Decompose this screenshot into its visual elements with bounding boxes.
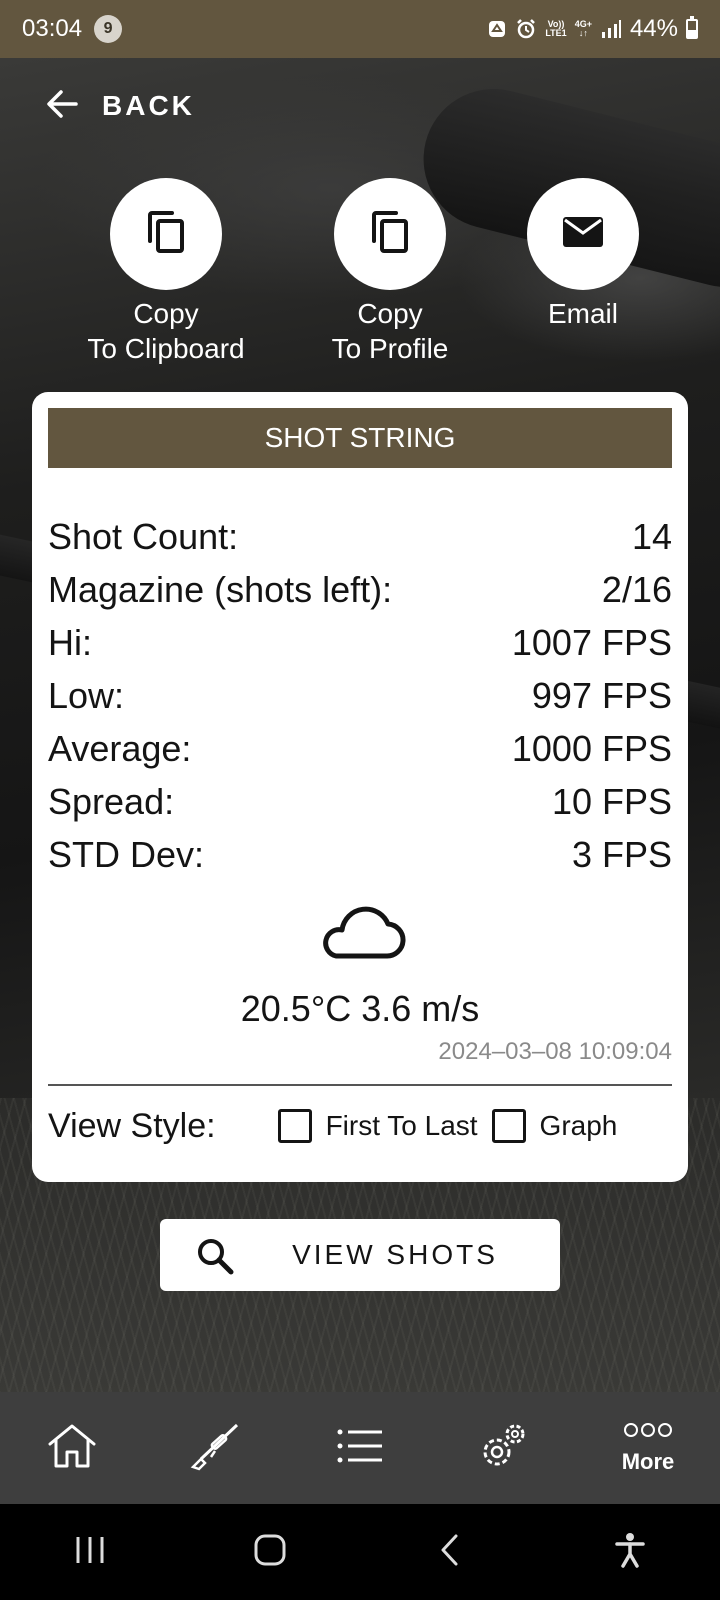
- back-icon: [438, 1533, 462, 1572]
- bottom-nav: More: [0, 1392, 720, 1504]
- stat-value: 997 FPS: [531, 674, 672, 716]
- card-title: SHOT STRING: [48, 408, 672, 468]
- graph-option[interactable]: Graph: [491, 1109, 618, 1143]
- nav-more[interactable]: More: [576, 1392, 720, 1504]
- view-shots-button[interactable]: VIEW SHOTS: [160, 1219, 560, 1291]
- stats-list: Shot Count: 14 Magazine (shots left): 2/…: [48, 510, 672, 881]
- first-to-last-option[interactable]: First To Last: [277, 1109, 478, 1143]
- copy-to-clipboard-line2: To Clipboard: [87, 333, 245, 364]
- stat-value: 1007 FPS: [511, 621, 672, 663]
- volte-indicator: Vo)) LTE1: [545, 20, 566, 38]
- signal-icon: [600, 19, 622, 39]
- stat-row-magazine: Magazine (shots left): 2/16: [48, 563, 672, 616]
- more-icon: [623, 1422, 673, 1443]
- stat-value: 1000 FPS: [511, 727, 672, 769]
- graph-label: Graph: [539, 1110, 618, 1141]
- stat-label: STD Dev:: [48, 833, 205, 875]
- stat-value: 10 FPS: [551, 780, 672, 822]
- stat-label: Shot Count:: [48, 515, 239, 557]
- shot-string-card: SHOT STRING Shot Count: 14 Magazine (sho…: [32, 392, 688, 1182]
- view-style-label: View Style:: [48, 1106, 216, 1145]
- stat-row-hi: Hi: 1007 FPS: [48, 616, 672, 669]
- network-type-indicator: 4G+ ↓↑: [575, 20, 592, 38]
- stat-label: Spread:: [48, 780, 175, 822]
- first-to-last-label: First To Last: [325, 1110, 478, 1141]
- back-label: BACK: [102, 90, 195, 121]
- timestamp: 2024–03–08 10:09:04: [438, 1038, 672, 1065]
- system-nav-bar: [0, 1504, 720, 1600]
- stat-row-shot-count: Shot Count: 14: [48, 510, 672, 563]
- recycle-icon: [487, 19, 507, 39]
- copy-to-clipboard-circle[interactable]: [110, 178, 222, 290]
- nav-settings[interactable]: [432, 1392, 576, 1504]
- nav-rifle[interactable]: [144, 1392, 288, 1504]
- list-icon: [336, 1426, 384, 1471]
- status-bar: 03:04 9 Vo)) LTE1 4G+ ↓↑ 44%: [0, 0, 720, 58]
- view-style-row: View Style: First To Last Graph: [48, 1096, 672, 1156]
- stat-row-std-dev: STD Dev: 3 FPS: [48, 828, 672, 881]
- alarm-icon: [515, 18, 537, 40]
- home-icon: [253, 1533, 287, 1572]
- stat-value: 3 FPS: [571, 833, 672, 875]
- nav-list[interactable]: [288, 1392, 432, 1504]
- stat-value: 14: [631, 515, 672, 557]
- battery-icon: [686, 16, 698, 39]
- email-circle[interactable]: [527, 178, 639, 290]
- stat-label: Magazine (shots left):: [48, 568, 393, 610]
- graph-checkbox[interactable]: [491, 1109, 526, 1143]
- data-arrows-icon: ↓↑: [578, 28, 588, 38]
- email-button[interactable]: Email: [468, 178, 698, 331]
- copy-to-profile-circle[interactable]: [334, 178, 446, 290]
- nav-home[interactable]: [0, 1392, 144, 1504]
- email-label: Email: [547, 298, 618, 329]
- first-to-last-checkbox[interactable]: [277, 1109, 312, 1143]
- email-icon: [561, 215, 605, 254]
- stat-label: Average:: [48, 727, 192, 769]
- recents-icon: [73, 1535, 107, 1570]
- rifle-icon: [189, 1419, 243, 1478]
- home-icon: [46, 1422, 98, 1475]
- accessibility-icon: [614, 1532, 646, 1573]
- back-button[interactable]: BACK: [44, 84, 195, 128]
- stat-row-spread: Spread: 10 FPS: [48, 775, 672, 828]
- weather-readout: 20.5°C 3.6 m/s: [240, 988, 480, 1029]
- stat-value: 2/16: [601, 568, 672, 610]
- more-label: More: [621, 1448, 675, 1474]
- recents-button[interactable]: [30, 1504, 150, 1600]
- view-shots-label: VIEW SHOTS: [292, 1239, 498, 1270]
- stat-label: Low:: [48, 674, 125, 716]
- battery-percent: 44%: [629, 15, 678, 42]
- notification-count-badge: 9: [94, 15, 123, 43]
- divider: [48, 1084, 672, 1086]
- system-home-button[interactable]: [210, 1504, 330, 1600]
- copy-to-clipboard-button[interactable]: Copy To Clipboard: [51, 178, 281, 366]
- stat-label: Hi:: [48, 621, 92, 663]
- status-time: 03:04: [22, 15, 83, 42]
- system-back-button[interactable]: [390, 1504, 510, 1600]
- copy-icon: [368, 209, 412, 260]
- status-icons: Vo)) LTE1 4G+ ↓↑ 44%: [487, 15, 698, 43]
- stat-row-average: Average: 1000 FPS: [48, 722, 672, 775]
- copy-to-clipboard-line1: Copy: [133, 298, 199, 329]
- lte-label: LTE1: [545, 28, 567, 38]
- stat-row-low: Low: 997 FPS: [48, 669, 672, 722]
- settings-icon: [477, 1420, 531, 1477]
- arrow-left-icon: [44, 86, 80, 127]
- accessibility-button[interactable]: [570, 1504, 690, 1600]
- copy-icon: [144, 209, 188, 260]
- cloud-icon: [32, 902, 688, 967]
- copy-to-profile-line2: To Profile: [331, 333, 449, 364]
